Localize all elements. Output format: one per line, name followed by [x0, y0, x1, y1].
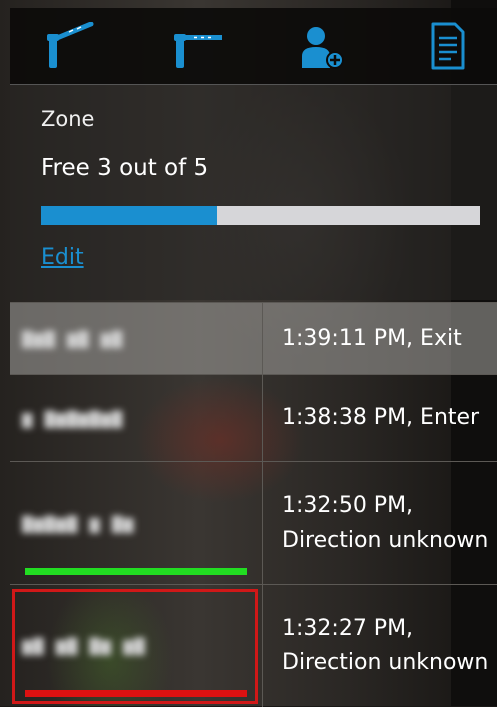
toolbar [10, 8, 497, 85]
barrier-closed-icon[interactable] [170, 22, 224, 72]
add-person-icon[interactable] [294, 22, 348, 72]
event-time: 1:39:11 PM, Exit [282, 325, 462, 351]
direction-indicator [25, 690, 247, 697]
event-time: 1:32:50 PM, Direction unknown [282, 493, 489, 553]
event-time: 1:38:38 PM, Enter [282, 405, 480, 431]
plate-number: ▆▇ ▆▇ ▇▆ ▆▇ [22, 636, 146, 656]
event-row-3[interactable]: ▆▇ ▆▇ ▇▆ ▆▇ 1:32:27 PM, Direction unknow… [10, 584, 497, 707]
zone-occupancy-bar [41, 206, 480, 225]
plate-cell: ▆▇ ▆▇ ▇▆ ▆▇ [10, 585, 263, 707]
plate-number: ▇▆▇▆▇ ▆ ▇▆ [22, 513, 135, 534]
zone-free-count: Free 3 out of 5 [41, 155, 209, 181]
document-icon[interactable] [423, 22, 477, 72]
plate-cell: ▇▆▇▆▇ ▆ ▇▆ [10, 462, 263, 585]
barrier-open-icon[interactable] [43, 21, 97, 72]
plate-cell: ▆ ▇▆▇▆▇▆▇ [10, 375, 263, 462]
zone-label: Zone [41, 107, 95, 131]
zone-section: Zone Free 3 out of 5 Edit [10, 85, 497, 300]
direction-indicator [25, 568, 247, 575]
plate-number: ▆ ▇▆▇▆▇▆▇ [22, 408, 124, 429]
plate-number: ▇▆▇ ▆▇ ▆▇ [22, 329, 124, 349]
zone-occupancy-fill [41, 206, 217, 225]
event-row-0[interactable]: ▇▆▇ ▆▇ ▆▇ 1:39:11 PM, Exit [10, 302, 497, 375]
plate-cell: ▇▆▇ ▆▇ ▆▇ [10, 303, 263, 375]
parking-panel: Zone Free 3 out of 5 Edit ▇▆▇ ▆▇ ▆▇ 1:39… [10, 8, 497, 707]
event-row-2[interactable]: ▇▆▇▆▇ ▆ ▇▆ 1:32:50 PM, Direction unknown [10, 461, 497, 585]
event-row-1[interactable]: ▆ ▇▆▇▆▇▆▇ 1:38:38 PM, Enter [10, 374, 497, 462]
event-time: 1:32:27 PM, Direction unknown [282, 615, 489, 675]
edit-link[interactable]: Edit [41, 245, 84, 270]
